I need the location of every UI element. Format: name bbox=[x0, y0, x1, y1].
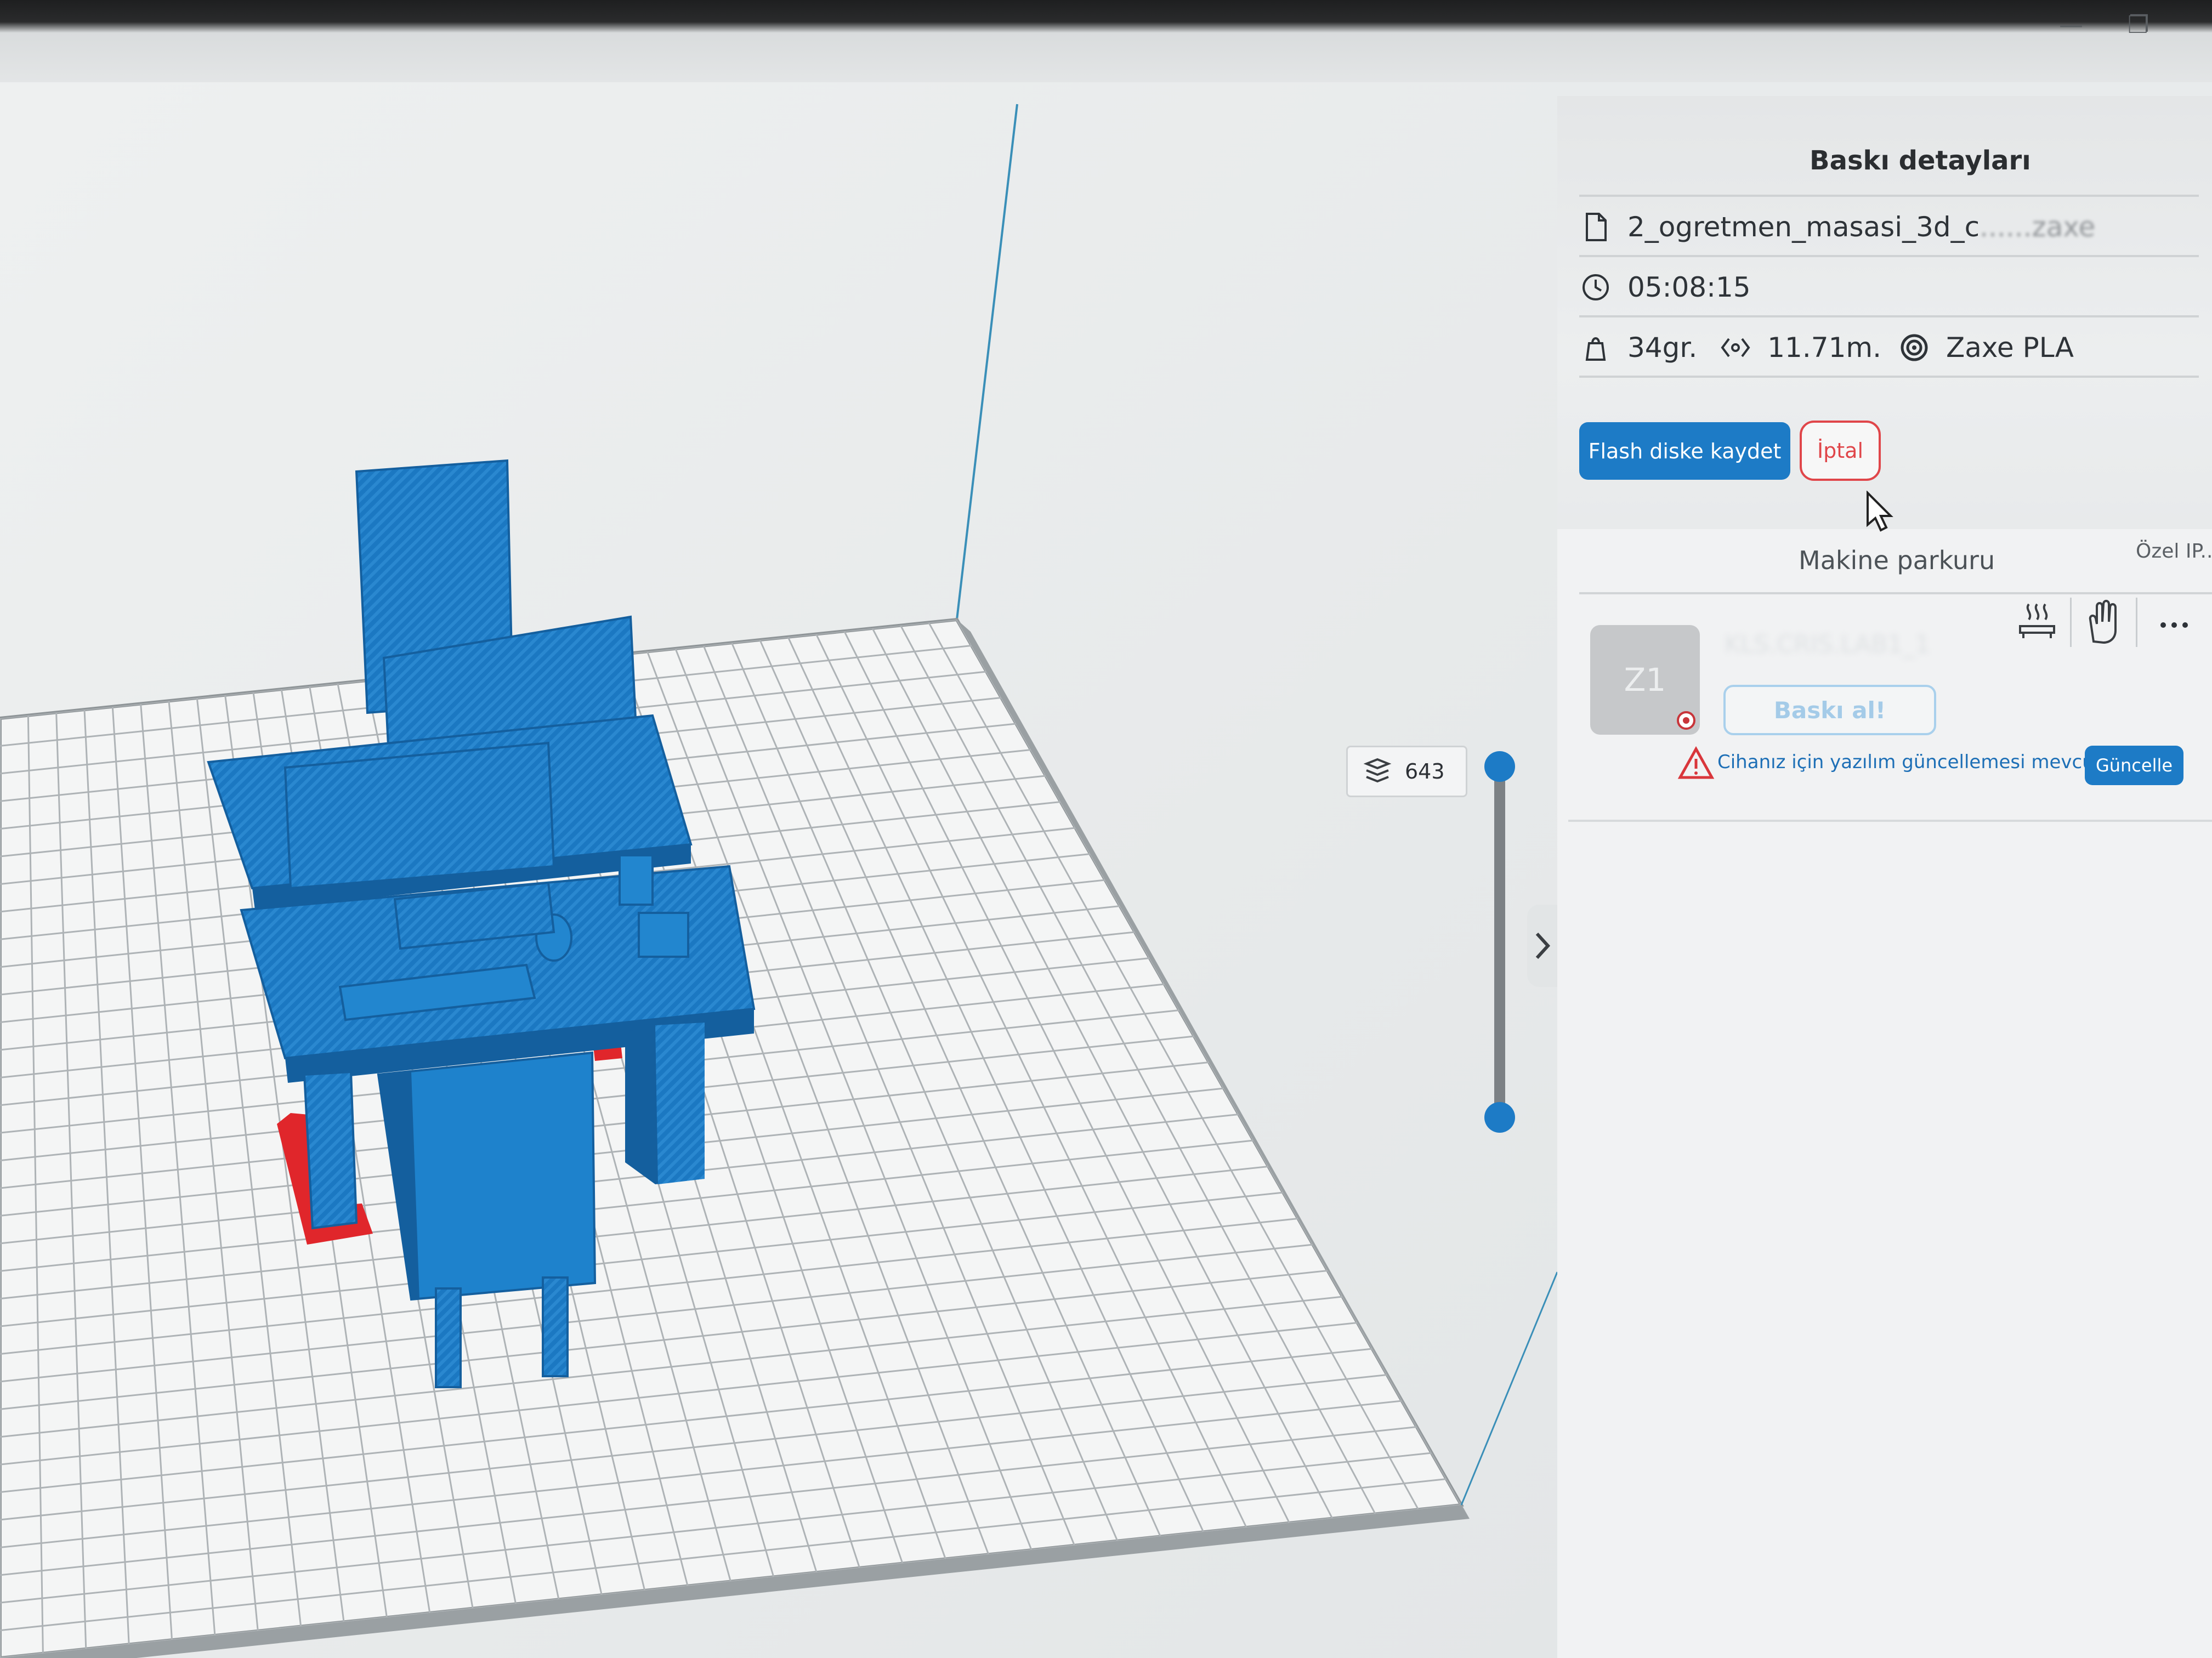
material-row: 34gr. 11.71m. Zaxe PLA bbox=[1579, 315, 2199, 378]
panel-collapse-tab[interactable] bbox=[1527, 905, 1557, 987]
chevron-right-icon bbox=[1535, 932, 1550, 959]
save-to-flash-button[interactable]: Flash diske kaydet bbox=[1579, 422, 1790, 480]
print-time: 05:08:15 bbox=[1627, 271, 1751, 303]
fleet-divider bbox=[1579, 592, 2212, 594]
filament-length: 11.71m. bbox=[1767, 332, 1881, 364]
material-name: Zaxe PLA bbox=[1946, 332, 2074, 364]
build-plate-scene[interactable] bbox=[0, 0, 1557, 1658]
layer-value: 643 bbox=[1405, 759, 1445, 783]
filament-length-icon bbox=[1721, 338, 1750, 357]
panel-title: Baskı detayları bbox=[1810, 145, 2031, 176]
3d-viewport[interactable] bbox=[0, 82, 1557, 1658]
machine-fleet-title: Makine parkuru bbox=[1799, 546, 1995, 575]
layers-icon bbox=[1363, 758, 1392, 783]
panel-divider bbox=[1568, 820, 2212, 822]
more-icon[interactable] bbox=[2149, 598, 2199, 647]
tool-separator bbox=[2136, 598, 2137, 647]
custom-ip-link[interactable]: Özel IP... bbox=[2136, 540, 2212, 563]
update-button[interactable]: Güncelle bbox=[2085, 746, 2183, 785]
cancel-button[interactable]: İptal bbox=[1800, 421, 1881, 481]
weight-icon bbox=[1585, 337, 1606, 361]
print-button[interactable]: Baskı al! bbox=[1723, 685, 1936, 735]
hand-icon[interactable] bbox=[2078, 598, 2128, 647]
file-name: 2_ogretmen_masasi_3d_c bbox=[1627, 211, 1980, 243]
machine-status-indicator bbox=[1677, 711, 1695, 730]
clock-icon bbox=[1583, 274, 1609, 300]
restore-icon[interactable]: ❐ bbox=[2128, 11, 2149, 39]
minimize-icon[interactable]: — bbox=[2059, 11, 2083, 39]
mouse-cursor-icon bbox=[1867, 491, 1893, 532]
heater-icon[interactable] bbox=[2012, 598, 2062, 647]
machine-name: KLS.CRIS.LAB1_1 bbox=[1725, 631, 1931, 658]
file-row: 2_ogretmen_masasi_3d_c ......zaxe bbox=[1579, 195, 2199, 257]
spool-icon bbox=[1901, 334, 1928, 361]
warning-icon bbox=[1677, 746, 1715, 779]
update-warning-text: Cihanız için yazılım güncellemesi mevcut bbox=[1717, 751, 2102, 773]
details-divider bbox=[1579, 376, 2199, 378]
layer-slider-top-handle[interactable] bbox=[1484, 751, 1515, 782]
time-row: 05:08:15 bbox=[1579, 255, 2199, 317]
layer-count-badge: 643 bbox=[1346, 746, 1467, 797]
print-details-section: Baskı detayları 2_ogretmen_masasi_3d_c..… bbox=[1557, 96, 2212, 532]
file-name-suffix: ......zaxe bbox=[1980, 211, 2096, 243]
file-icon bbox=[1586, 213, 1607, 241]
machine-model: Z1 bbox=[1624, 661, 1666, 699]
filament-weight: 34gr. bbox=[1627, 332, 1698, 364]
right-panel: Baskı detayları 2_ogretmen_masasi_3d_c..… bbox=[1557, 96, 2212, 1658]
tool-separator bbox=[2070, 598, 2072, 647]
layer-slider-bottom-handle[interactable] bbox=[1484, 1102, 1515, 1133]
layer-slider-track[interactable] bbox=[1494, 766, 1505, 1117]
